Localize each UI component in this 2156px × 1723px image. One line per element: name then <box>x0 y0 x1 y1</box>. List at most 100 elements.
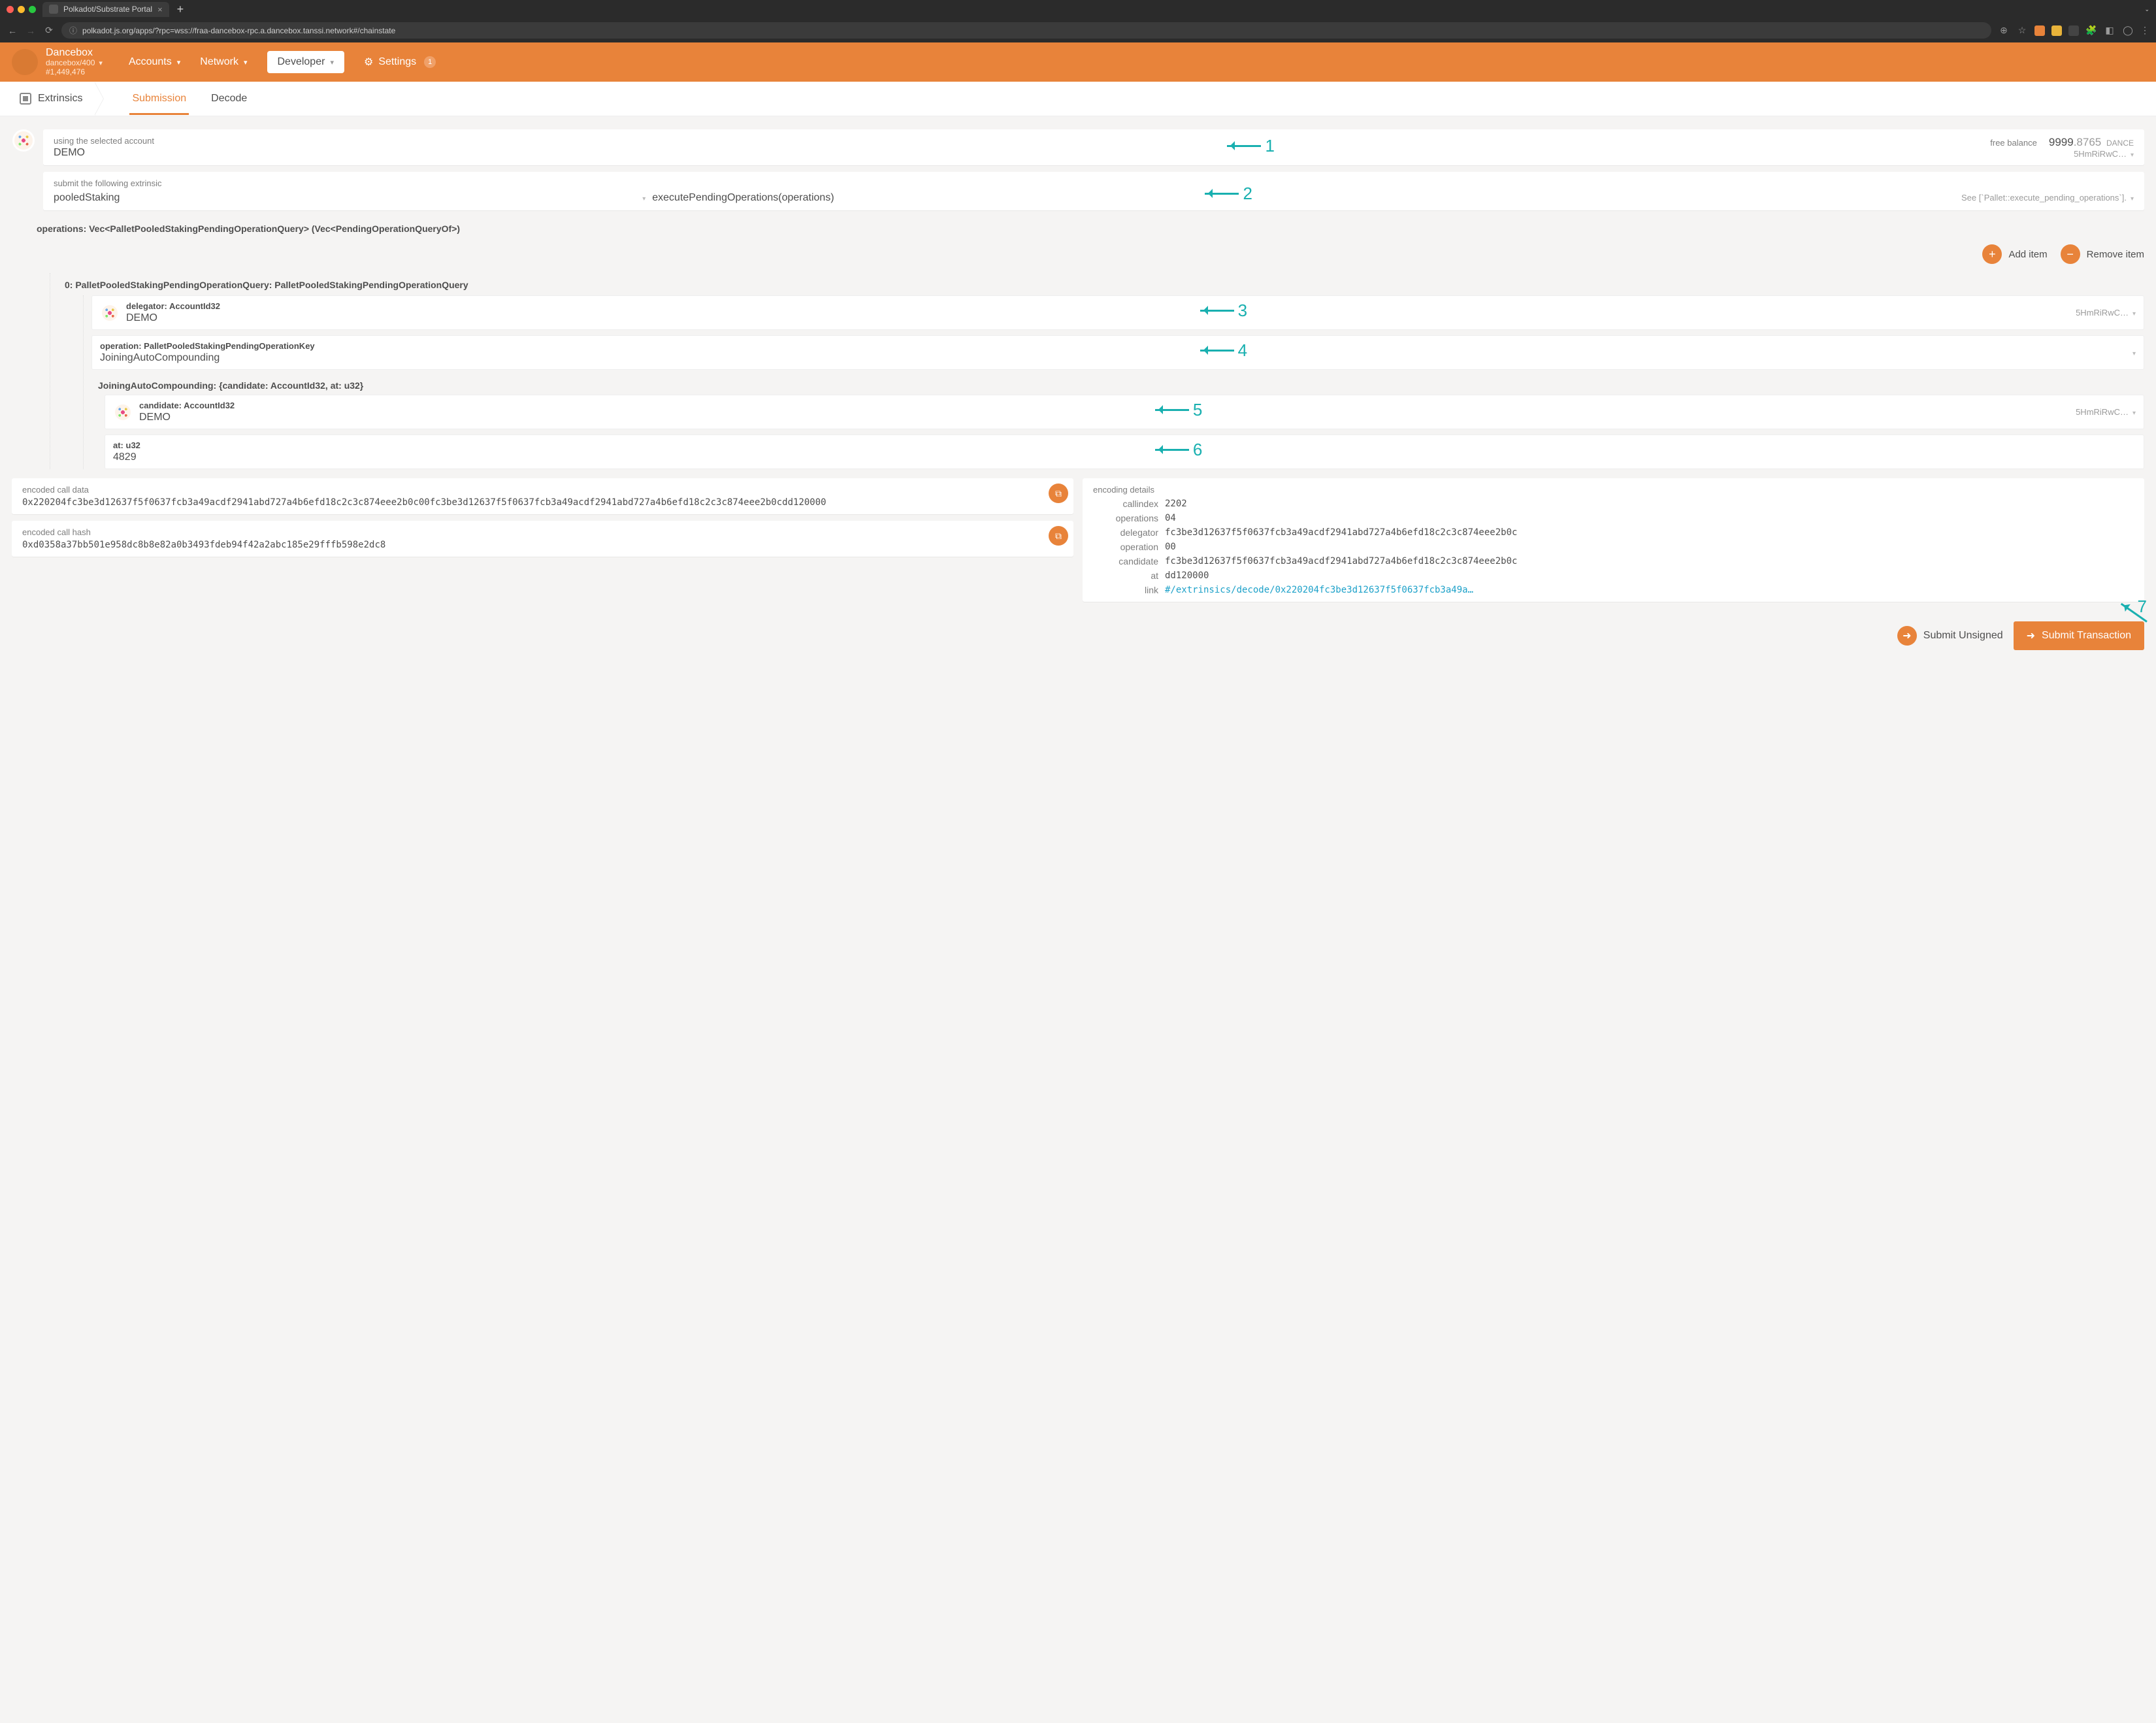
copy-icon: ⧉ <box>1055 531 1062 542</box>
balance-label: free balance <box>1990 138 2037 148</box>
url-text: polkadot.js.org/apps/?rpc=wss://fraa-dan… <box>82 26 395 35</box>
bookmark-icon[interactable]: ☆ <box>2016 25 2028 36</box>
account-identicon <box>113 402 133 422</box>
account-name: DEMO <box>54 147 154 159</box>
candidate-address-short: 5HmRiRwC… <box>2076 407 2129 417</box>
new-tab-button[interactable]: + <box>173 3 188 16</box>
encoding-details-card: encoding details callindex 2202 operatio… <box>1083 478 2144 602</box>
encoded-call-data-value: 0x220204fc3be3d12637f5f0637fcb3a49acdf29… <box>22 497 1063 508</box>
chain-block: #1,449,476 <box>46 68 103 77</box>
detail-value: 00 <box>1165 542 2134 552</box>
detail-value: fc3be3d12637f5f0637fcb3a49acdf2941abd727… <box>1165 556 2134 566</box>
chevron-down-icon <box>642 192 645 203</box>
tabs-overflow-icon[interactable]: ⌄ <box>2144 6 2149 13</box>
copy-call-hash-button[interactable]: ⧉ <box>1049 526 1068 546</box>
encoded-call-hash-label: encoded call hash <box>22 527 1063 537</box>
account-identicon <box>100 303 120 323</box>
kebab-menu-icon[interactable]: ⋮ <box>2140 25 2149 36</box>
extrinsic-selector-card: submit the following extrinsic pooledSta… <box>43 172 2144 210</box>
add-item-button[interactable]: + Add item <box>1982 244 2047 264</box>
candidate-label: candidate: AccountId32 <box>139 401 2069 410</box>
side-panel-icon[interactable]: ◧ <box>2104 25 2115 36</box>
site-info-icon[interactable]: ⓘ <box>69 25 77 36</box>
detail-key: callindex <box>1093 499 1158 509</box>
plus-icon: + <box>1982 244 2002 264</box>
settings-badge: 1 <box>424 56 436 68</box>
chevron-down-icon <box>2132 407 2136 417</box>
struct-label: JoiningAutoCompounding: {candidate: Acco… <box>91 375 2144 395</box>
gear-icon <box>364 56 373 69</box>
close-tab-icon[interactable]: × <box>157 5 163 14</box>
param-vec-label: operations: Vec<PalletPooledStakingPendi… <box>37 217 2144 239</box>
chevron-down-icon <box>177 56 181 68</box>
minimize-window-button[interactable] <box>18 6 25 13</box>
extension-icon[interactable] <box>2051 25 2062 36</box>
window-traffic-lights <box>7 6 36 13</box>
detail-key: at <box>1093 570 1158 581</box>
tab-decode[interactable]: Decode <box>208 82 250 115</box>
reload-button[interactable]: ⟳ <box>43 25 55 36</box>
pallet-selector[interactable]: pooledStaking <box>54 191 645 204</box>
copy-call-data-button[interactable]: ⧉ <box>1049 484 1068 503</box>
operation-selector[interactable]: operation: PalletPooledStakingPendingOpe… <box>91 335 2144 370</box>
encoded-call-hash-card: ⧉ encoded call hash 0xd0358a37bb501e958d… <box>12 521 1073 557</box>
candidate-selector[interactable]: candidate: AccountId32 DEMO 5HmRiRwC… <box>105 395 2144 429</box>
decode-link[interactable]: #/extrinsics/decode/0x220204fc3be3d12637… <box>1165 585 2134 595</box>
submit-transaction-button[interactable]: ➜ Submit Transaction <box>2014 621 2144 650</box>
encoded-call-data-label: encoded call data <box>22 485 1063 495</box>
delegator-label: delegator: AccountId32 <box>126 301 2069 311</box>
detail-value: 2202 <box>1165 499 2134 509</box>
extrinsic-label: submit the following extrinsic <box>54 178 2134 188</box>
remove-item-button[interactable]: − Remove item <box>2061 244 2144 264</box>
chevron-down-icon <box>244 56 248 68</box>
pallet-value: pooledStaking <box>54 192 120 204</box>
nav-network[interactable]: Network <box>200 56 247 68</box>
sign-in-icon: ➜ <box>1897 626 1917 646</box>
detail-key: candidate <box>1093 556 1158 566</box>
profile-icon[interactable]: ◯ <box>2122 25 2134 36</box>
delegator-selector[interactable]: delegator: AccountId32 DEMO 5HmRiRwC… <box>91 295 2144 330</box>
delegator-value: DEMO <box>126 312 2069 324</box>
extensions-menu-icon[interactable]: 🧩 <box>2085 25 2097 36</box>
breadcrumb-label: Extrinsics <box>38 93 82 105</box>
chevron-down-icon <box>2131 193 2134 203</box>
chevron-down-icon <box>2131 149 2134 159</box>
call-selector[interactable]: executePendingOperations(operations) <box>652 192 1955 204</box>
candidate-value: DEMO <box>139 412 2069 423</box>
encoded-call-data-card: ⧉ encoded call data 0x220204fc3be3d12637… <box>12 478 1073 514</box>
breadcrumb-chevron <box>94 82 103 116</box>
extrinsics-icon <box>20 93 31 105</box>
sign-in-icon: ➜ <box>2027 629 2035 642</box>
submit-unsigned-button[interactable]: ➜ Submit Unsigned <box>1897 626 2003 646</box>
tab-submission[interactable]: Submission <box>129 82 189 115</box>
at-input[interactable]: at: u32 4829 <box>105 435 2144 469</box>
nav-settings[interactable]: Settings 1 <box>364 56 436 69</box>
back-button[interactable]: ← <box>7 25 18 36</box>
browser-chrome: Polkadot/Substrate Portal × + ⌄ ← → ⟳ ⓘ … <box>0 0 2156 42</box>
close-window-button[interactable] <box>7 6 14 13</box>
delegator-address-short: 5HmRiRwC… <box>2076 308 2129 318</box>
chain-logo[interactable] <box>12 49 38 75</box>
zoom-icon[interactable]: ⊕ <box>1998 25 2010 36</box>
chain-spec: dancebox/400 <box>46 59 95 68</box>
balance-unit: DANCE <box>2106 139 2134 148</box>
chain-selector[interactable]: Dancebox dancebox/400 #1,449,476 <box>46 47 103 77</box>
extension-icon[interactable] <box>2068 25 2079 36</box>
maximize-window-button[interactable] <box>29 6 36 13</box>
sub-nav: Extrinsics Submission Decode <box>0 82 2156 116</box>
chevron-down-icon <box>2132 308 2136 318</box>
nav-developer[interactable]: Developer <box>267 51 344 73</box>
chevron-down-icon <box>2132 348 2136 357</box>
account-label: using the selected account <box>54 136 154 146</box>
app-top-bar: Dancebox dancebox/400 #1,449,476 Account… <box>0 42 2156 82</box>
extension-icon[interactable] <box>2034 25 2045 36</box>
address-bar[interactable]: ⓘ polkadot.js.org/apps/?rpc=wss://fraa-d… <box>61 22 1991 39</box>
account-selector-card[interactable]: using the selected account DEMO free bal… <box>43 129 2144 165</box>
operation-value: JoiningAutoCompounding <box>100 352 2126 364</box>
forward-button[interactable]: → <box>25 25 37 36</box>
nav-accounts[interactable]: Accounts <box>129 56 180 68</box>
breadcrumb[interactable]: Extrinsics <box>12 82 90 115</box>
browser-tab[interactable]: Polkadot/Substrate Portal × <box>42 2 169 17</box>
param-index-label: 0: PalletPooledStakingPendingOperationQu… <box>58 273 2144 295</box>
account-address-short: 5HmRiRwC… <box>2074 149 2127 159</box>
